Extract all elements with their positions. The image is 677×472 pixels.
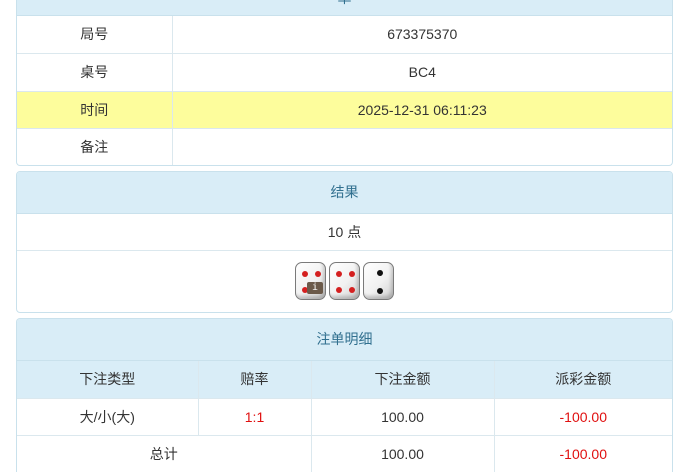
die-pip	[336, 286, 343, 293]
die-1	[295, 262, 326, 300]
bet-payout: -100.00	[494, 398, 672, 436]
bet-odds: 1:1	[198, 398, 312, 436]
info-row-table-id: 桌号 BC4	[17, 53, 672, 92]
info-row-round-id: 局号 673375370	[17, 16, 672, 54]
result-header: 结果	[17, 172, 672, 214]
info-value: BC4	[172, 53, 672, 92]
total-payout: -100.00	[559, 445, 607, 462]
round-info-table: 局号 673375370 桌号 BC4 时间 2025-12-31 06:11:…	[17, 16, 672, 165]
col-bet-type: 下注类型	[17, 361, 199, 399]
die-pip	[314, 271, 321, 278]
dice-row: i	[17, 251, 672, 311]
die-pip	[376, 270, 383, 277]
bet-amount: 100.00	[311, 398, 495, 436]
total-label: 总计	[17, 435, 312, 472]
bet-details-table: 下注类型 赔率 下注金额 派彩金额 大/小(大) 1:1 100.00 -100…	[17, 361, 672, 472]
bet-row: 大/小(大) 1:1 100.00 -100.00	[17, 398, 672, 436]
col-payout: 派彩金额	[494, 361, 672, 399]
info-value: 2025-12-31 06:11:23	[172, 91, 672, 129]
dice-group: i	[17, 251, 672, 311]
info-value	[172, 128, 672, 165]
info-row-time: 时间 2025-12-31 06:11:23	[17, 91, 672, 129]
info-label: 备注	[17, 128, 173, 165]
info-icon[interactable]: i	[307, 282, 323, 294]
round-info-header: 单	[17, 0, 672, 16]
col-odds: 赔率	[198, 361, 312, 399]
info-label: 时间	[17, 91, 173, 129]
result-points-text: 10 点	[327, 224, 362, 240]
info-row-remark: 备注	[17, 128, 672, 165]
die-pip	[376, 287, 383, 294]
bet-type: 大/小(大)	[17, 398, 199, 436]
die-3	[363, 262, 394, 300]
die-2	[329, 262, 360, 300]
col-bet-amount: 下注金额	[311, 361, 495, 399]
round-info-panel: 单 局号 673375370 桌号 BC4 时间 2025-12-31 06:1…	[16, 0, 673, 166]
result-points: 10 点	[17, 214, 672, 251]
round-info-header-text: 单	[338, 0, 352, 6]
bet-table-header-row: 下注类型 赔率 下注金额 派彩金额	[17, 361, 672, 399]
info-label: 桌号	[17, 53, 173, 92]
bet-details-panel: 注单明细 下注类型 赔率 下注金额 派彩金额 大/小(大) 1:1 100.00…	[16, 318, 673, 472]
die-pip	[348, 286, 355, 293]
die-pip	[348, 271, 355, 278]
die-pip	[302, 271, 309, 278]
die-pip	[336, 271, 343, 278]
bet-total-row: 总计 100.00 -100.00	[17, 435, 672, 472]
result-header-text: 结果	[330, 184, 359, 200]
info-value: 673375370	[172, 16, 672, 54]
bet-details-header: 注单明细	[17, 319, 672, 361]
bet-details-header-text: 注单明细	[316, 331, 373, 347]
info-label: 局号	[17, 16, 173, 54]
total-amount: 100.00	[311, 435, 495, 472]
result-panel: 结果 10 点 i	[16, 171, 673, 313]
